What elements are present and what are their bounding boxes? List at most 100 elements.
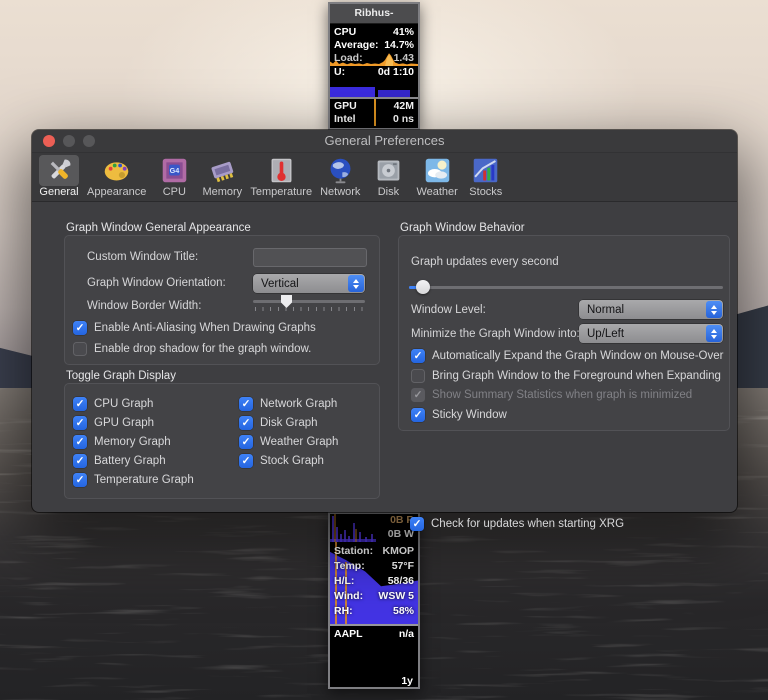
checkbox-cpu-graph[interactable]: ✓CPU Graph <box>73 396 153 412</box>
checkbox-stock-graph[interactable]: ✓Stock Graph <box>239 453 324 469</box>
memory-usage-bars <box>330 79 418 97</box>
weather-label: Temp: <box>334 559 365 574</box>
svg-text:G4: G4 <box>169 166 179 175</box>
window-titlebar[interactable]: General Preferences <box>32 130 737 153</box>
zoom-button[interactable] <box>83 135 95 147</box>
checkbox-label: Network Graph <box>260 398 337 410</box>
weather-row: Temp:57°F <box>330 559 418 574</box>
checkbox-label: Stock Graph <box>260 455 324 467</box>
toolbar-item-label: CPU <box>163 186 186 198</box>
thermometer-icon <box>261 155 301 186</box>
checkbox-label: Temperature Graph <box>94 474 194 486</box>
weather-readouts: Station:KMOPTemp:57°FH/L:58/36Wind:WSW 5… <box>330 542 418 619</box>
uptime-label: U: <box>334 66 345 79</box>
slider-track <box>253 300 365 303</box>
checkbox-unchecked-icon <box>73 342 87 356</box>
checkbox-disk-graph[interactable]: ✓Disk Graph <box>239 415 318 431</box>
gpu-latency-value: 0 ns <box>393 113 414 126</box>
memory-bar <box>378 90 410 97</box>
weather-label: RH: <box>334 604 353 619</box>
checkbox-memory-graph[interactable]: ✓Memory Graph <box>73 434 171 450</box>
border-width-slider[interactable] <box>253 294 365 312</box>
cpu-value: 41% <box>393 26 414 39</box>
weather-value: KMOP <box>383 544 415 559</box>
toolbar-item-temperature[interactable]: Temperature <box>246 155 316 198</box>
checkbox-network-graph[interactable]: ✓Network Graph <box>239 396 337 412</box>
checkbox-label: Weather Graph <box>260 436 338 448</box>
weather-value: 58% <box>393 604 414 619</box>
weather-panel: Station:KMOPTemp:57°FH/L:58/36Wind:WSW 5… <box>330 542 418 624</box>
general-preferences-window: General Preferences General Appearance G4 C… <box>32 130 737 512</box>
weather-value: WSW 5 <box>378 589 414 604</box>
cpu-panel: CPU 41% Average: 14.7% Load: 1.43 U: 0d … <box>330 24 418 97</box>
toolbar-item-appearance[interactable]: Appearance <box>83 155 150 198</box>
checkbox-automatically-expand-the-graph-window-on-mouse-over[interactable]: ✓Automatically Expand the Graph Window o… <box>411 348 723 364</box>
orientation-popup[interactable]: Vertical <box>253 274 365 293</box>
checkbox-check-for-updates-when-starting-xrg[interactable]: ✓Check for updates when starting XRG <box>410 516 624 532</box>
checkbox-label: Enable Anti-Aliasing When Drawing Graphs <box>94 322 316 334</box>
weather-value: 58/36 <box>388 574 414 589</box>
checkbox-checked-icon: ✓ <box>73 321 87 335</box>
xrg-monitor-widget-bottom[interactable]: 0B R 0B W Station:KMOPTemp:57°FH/L:58/36… <box>328 512 420 689</box>
stocks-icon <box>466 155 506 186</box>
minimize-button[interactable] <box>63 135 75 147</box>
xrg-widget-title[interactable]: Ribhus- <box>330 4 418 24</box>
checkbox-label: Enable drop shadow for the graph window. <box>94 343 311 355</box>
globe-icon <box>320 155 360 186</box>
toolbar-item-stocks[interactable]: Stocks <box>462 155 510 198</box>
checkbox-checked-icon: ✓ <box>73 416 87 430</box>
checkbox-temperature-graph[interactable]: ✓ Temperature Graph <box>73 472 194 488</box>
checkbox-label: GPU Graph <box>94 417 154 429</box>
stock-range-label: 1y <box>401 675 413 687</box>
window-title: General Preferences <box>32 130 737 152</box>
update-rate-label: Graph updates every second <box>411 256 559 268</box>
toolbar: General Appearance G4 CPU Memory Temperature N… <box>32 153 737 202</box>
custom-title-label: Custom Window Title: <box>87 251 198 263</box>
checkbox-unchecked-icon <box>411 369 425 383</box>
groupbox-behavior: Graph updates every second Window Level:… <box>398 235 730 431</box>
slider-thumb[interactable] <box>416 280 430 294</box>
preferences-content: Graph Window General Appearance Custom W… <box>32 202 737 515</box>
checkbox-bring-graph-window-to-the-foreground-when-expanding[interactable]: Bring Graph Window to the Foreground whe… <box>411 368 721 384</box>
checkbox-checked-icon: ✓ <box>73 473 87 487</box>
toolbar-item-general[interactable]: General <box>35 155 83 198</box>
checkbox-battery-graph[interactable]: ✓Battery Graph <box>73 453 166 469</box>
section-title-appearance: Graph Window General Appearance <box>66 222 251 234</box>
gpu-value: 42M <box>394 100 414 113</box>
uptime-value: 0d 1:10 <box>378 66 414 79</box>
checkbox-checked-icon: ✓ <box>410 517 424 531</box>
window-level-popup[interactable]: Normal <box>579 300 723 319</box>
checkbox-weather-graph[interactable]: ✓Weather Graph <box>239 434 338 450</box>
toolbar-item-label: Temperature <box>250 186 312 198</box>
custom-title-input[interactable] <box>253 248 367 267</box>
checkbox-checked-icon: ✓ <box>73 454 87 468</box>
desktop: Ribhus- CPU 41% Average: 14.7% Load: 1.4… <box>0 0 768 700</box>
xrg-monitor-widget-top[interactable]: Ribhus- CPU 41% Average: 14.7% Load: 1.4… <box>328 2 420 130</box>
checkbox-label: Automatically Expand the Graph Window on… <box>432 350 723 362</box>
checkbox-enable-anti-aliasing-when-drawing-graphs[interactable]: ✓ Enable Anti-Aliasing When Drawing Graph… <box>73 320 316 336</box>
toolbar-item-disk[interactable]: Disk <box>364 155 412 198</box>
load-label: Load: <box>334 52 363 66</box>
checkbox-gpu-graph[interactable]: ✓ GPU Graph <box>73 415 154 431</box>
toolbar-item-label: Appearance <box>87 186 146 198</box>
section-title-behavior: Graph Window Behavior <box>400 222 525 234</box>
close-button[interactable] <box>43 135 55 147</box>
toolbar-item-weather[interactable]: Weather <box>412 155 461 198</box>
toolbar-item-cpu[interactable]: G4 CPU <box>150 155 198 198</box>
gpu-panel: GPU 42M Intel 0 ns <box>330 99 418 126</box>
memory-chip-icon <box>202 155 242 186</box>
hard-disk-icon <box>368 155 408 186</box>
average-value: 14.7% <box>384 39 414 52</box>
checkbox-enable-drop-shadow-for-the-graph-window[interactable]: Enable drop shadow for the graph window. <box>73 341 311 357</box>
minimize-into-popup[interactable]: Up/Left <box>579 324 723 343</box>
update-rate-slider[interactable] <box>409 279 723 295</box>
toolbar-item-network[interactable]: Network <box>316 155 364 198</box>
orientation-label: Graph Window Orientation: <box>87 277 226 289</box>
tools-icon <box>39 155 79 186</box>
checkbox-sticky-window[interactable]: ✓Sticky Window <box>411 407 507 423</box>
disk-panel: 0B R 0B W <box>330 514 418 542</box>
checkbox-checked-icon: ✓ <box>411 388 425 402</box>
section-title-toggle: Toggle Graph Display <box>66 370 176 382</box>
checkbox-show-summary-statistics-when-graph-is-minimized: ✓Show Summary Statistics when graph is m… <box>411 387 692 403</box>
toolbar-item-memory[interactable]: Memory <box>198 155 246 198</box>
